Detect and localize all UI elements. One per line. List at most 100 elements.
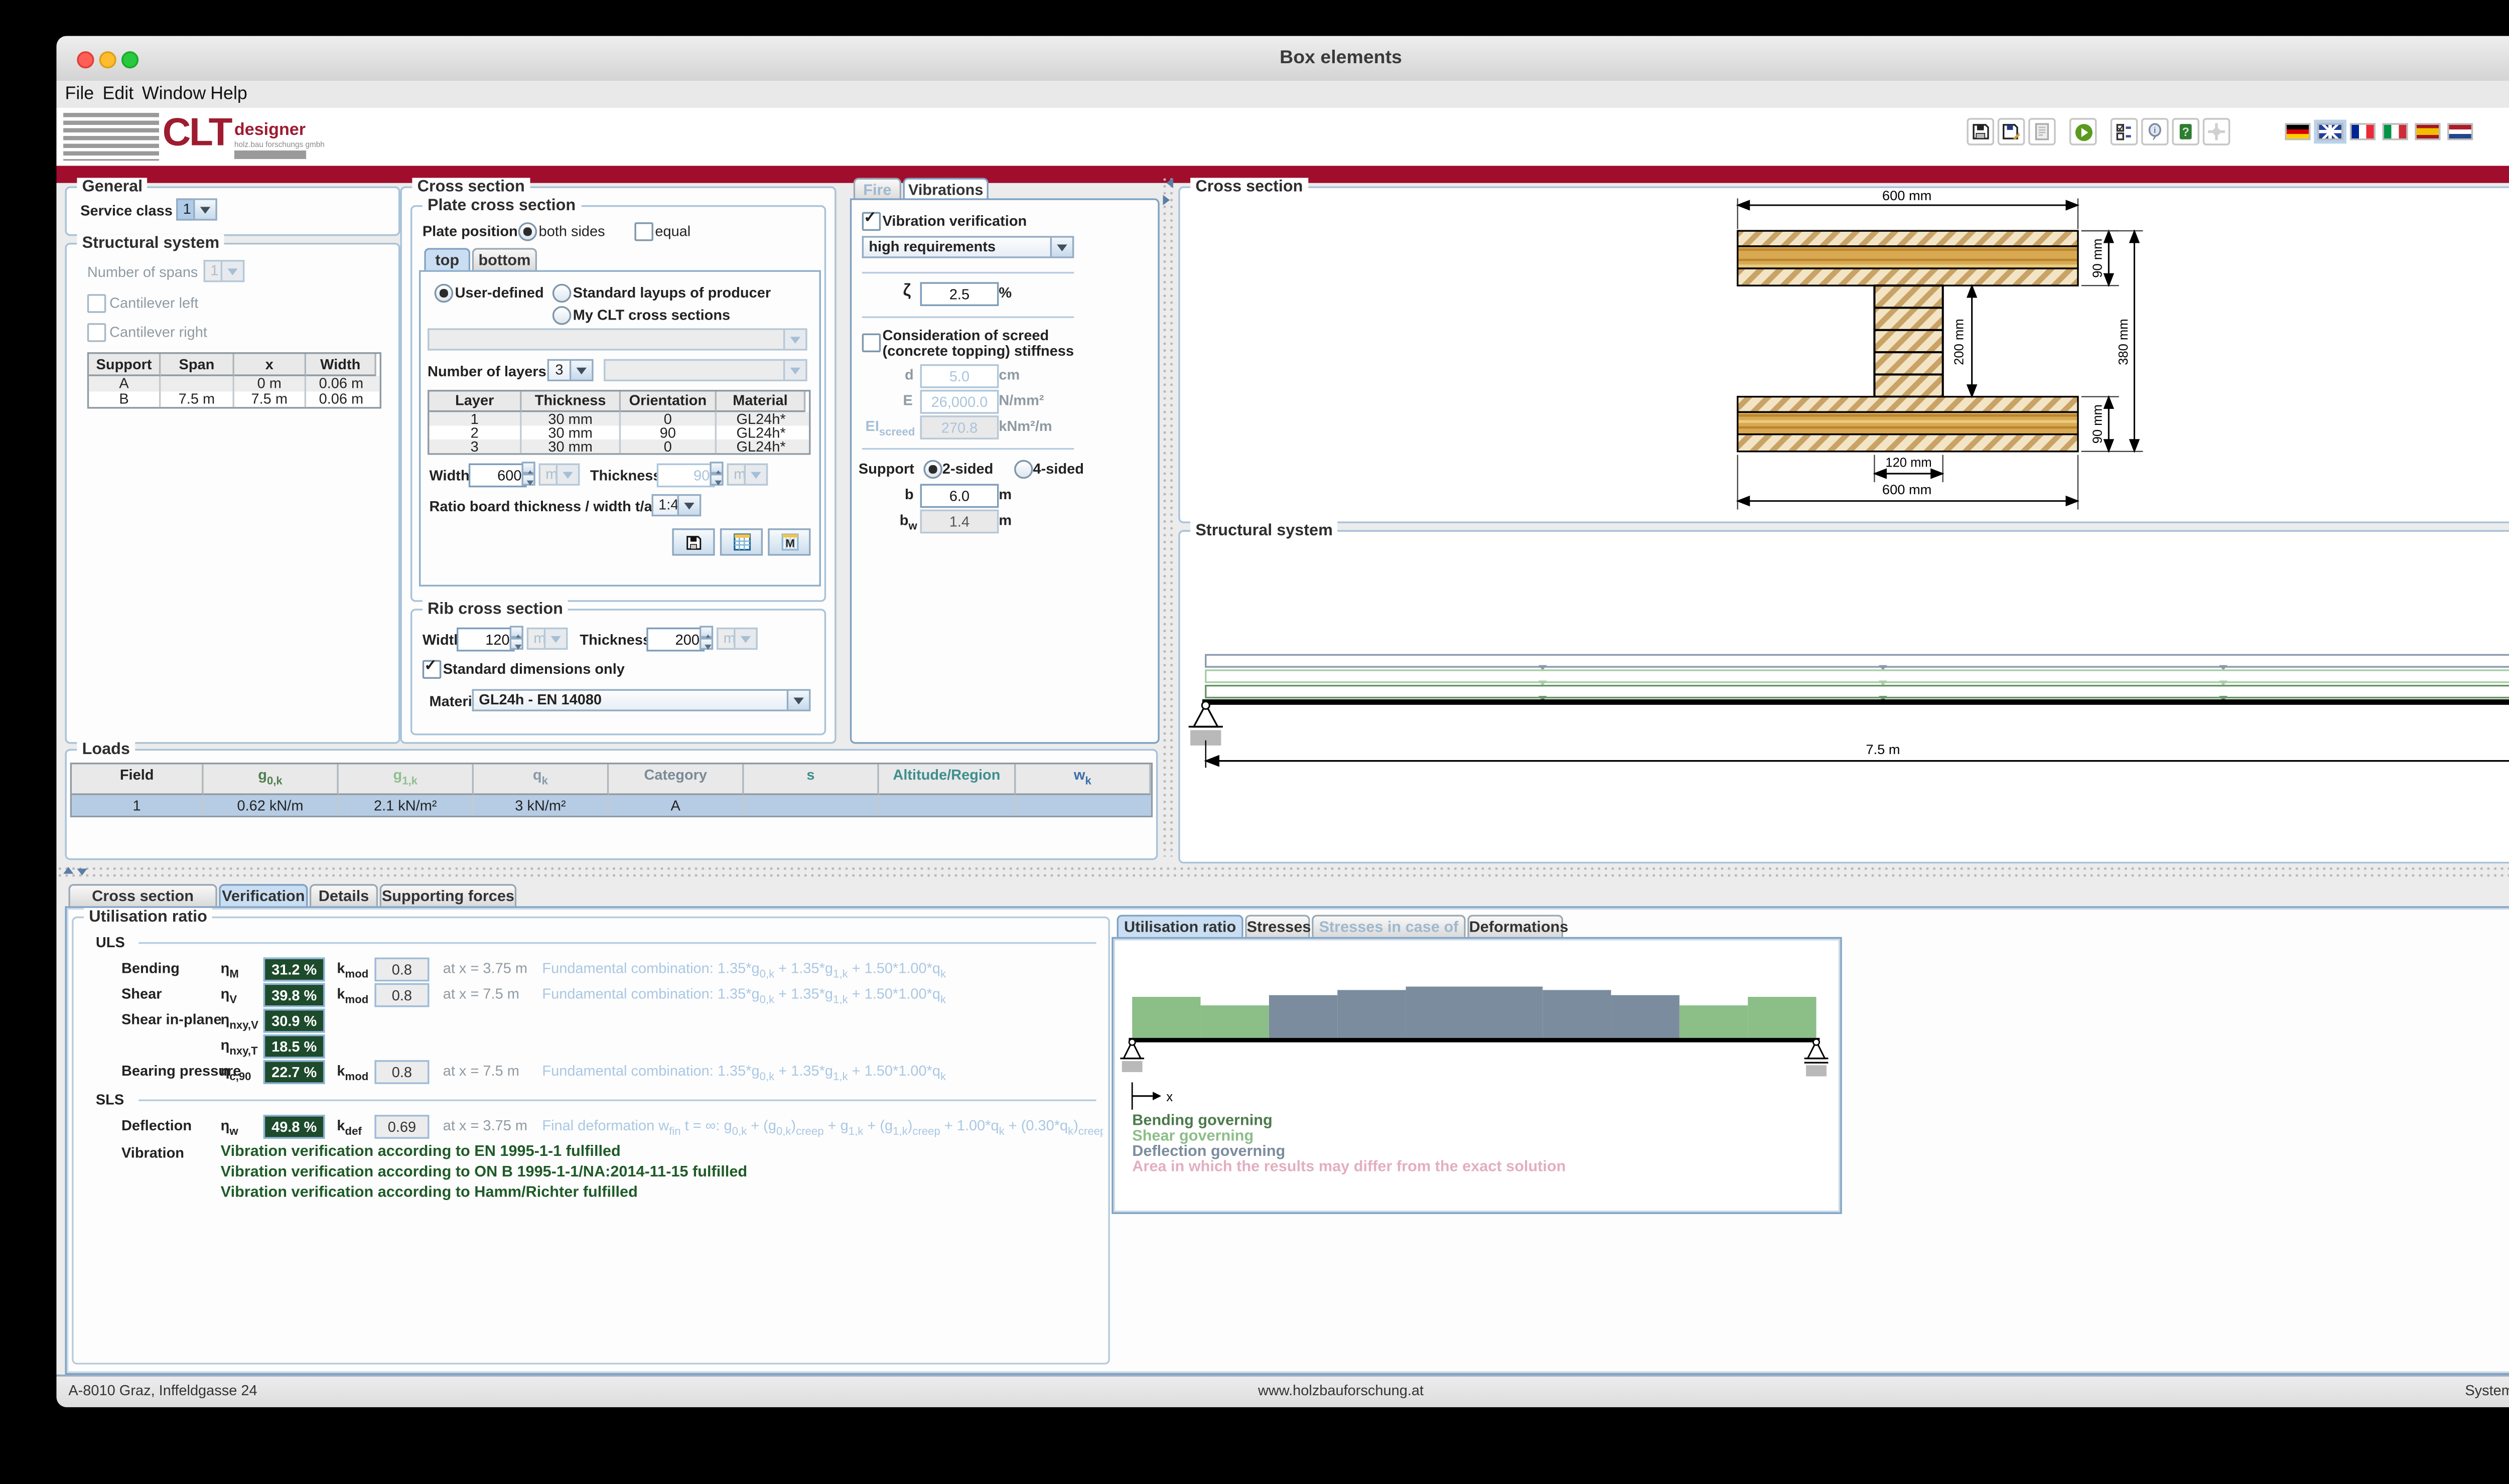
help-icon[interactable]: ? [2172,118,2199,145]
table-row[interactable]: 1 30 mm 0 GL24h* [429,412,809,426]
shear-in-plane-utilisation-badge: 30.9 % [263,1008,325,1033]
save-as-icon[interactable] [1997,118,2025,145]
tab-bottom[interactable]: bottom [472,248,537,270]
layup-table-button[interactable] [720,528,763,556]
loads-table[interactable]: Field g0,k g1,k qk Category s Altitude/Region w… [70,763,1153,817]
standard-dimensions-checkbox[interactable] [422,657,442,679]
user-defined-radio[interactable] [434,283,454,303]
splitter-right-icon[interactable] [1163,195,1175,205]
horizontal-splitter[interactable] [56,865,2509,879]
flag-netherlands-icon[interactable] [2447,123,2473,140]
rib-material-select[interactable]: GL24h - EN 14080 [472,689,811,711]
sls-label: SLS [95,1091,124,1108]
ratio-select[interactable]: 1:4 [651,494,702,517]
service-class-select[interactable]: 1 [176,198,217,221]
vibration-verification-checkbox[interactable] [862,209,881,231]
layers-col-orientation: Orientation [621,391,717,412]
plate-position-both-sides-radio[interactable] [518,222,537,241]
rib-thickness-input[interactable]: 200 [646,627,705,652]
flag-spain-icon[interactable] [2415,123,2441,140]
kmod-value[interactable]: 0.8 [374,957,430,982]
plate-width-input[interactable]: 600 [468,463,527,488]
run-icon[interactable] [2069,118,2097,145]
tab-vibrations[interactable]: Vibrations [903,178,989,200]
clt-logo-bars [63,112,159,161]
vibrations-panel: Vibration verification high requirements… [850,198,1160,744]
kmod-value[interactable]: 0.8 [374,983,430,1007]
save-layup-button[interactable] [672,528,715,556]
tab-stresses-fire[interactable]: Stresses in case of fire [1312,915,1466,958]
cantilever-right-checkbox[interactable] [87,323,106,342]
menu-help[interactable]: Help [210,80,247,108]
save-icon[interactable] [1967,118,1994,145]
hint-icon[interactable]: i [2141,118,2169,145]
plate-thickness-label: Thickness [590,467,661,484]
tab-cross-section-values[interactable]: Cross section values [68,884,217,927]
flag-united-kingdom-icon[interactable] [2317,123,2343,140]
settings-icon[interactable] [2110,118,2138,145]
rib-width-input[interactable]: 120 [456,627,515,652]
table-row[interactable]: 1 0.62 kN/m 2.1 kN/m² 3 kN/m² A [72,794,1151,815]
target-icon[interactable] [2202,118,2231,145]
table-row[interactable]: 3 30 mm 0 GL24h* [429,439,809,454]
equal-checkbox[interactable] [634,222,653,241]
cantilever-left-checkbox[interactable] [87,294,106,313]
rib-thickness-stepper[interactable] [699,626,714,650]
tab-verification[interactable]: Verification [219,884,308,907]
supports-table[interactable]: Support Span x Width A 0 m 0.06 m B 7.5 … [87,352,382,409]
bearing-pressure-position: at x = 7.5 m [443,1062,519,1079]
requirements-select[interactable]: high requirements [862,236,1074,258]
b-label: b [904,485,914,503]
support-2-sided-radio[interactable] [923,460,942,479]
standard-layups-radio[interactable] [552,283,572,303]
menubar: File Edit Window Help [56,80,2509,110]
splitter-down-icon[interactable] [77,868,87,880]
tab-stresses[interactable]: Stresses [1245,915,1311,937]
report-icon[interactable] [2028,118,2056,145]
vibration-result-onb: Vibration verification according to ON B… [220,1162,748,1180]
clt-logo: CLT [162,109,233,154]
plate-width-stepper[interactable] [521,462,535,486]
menu-edit[interactable]: Edit [102,80,133,108]
table-row[interactable]: B 7.5 m 7.5 m 0.06 m [89,391,379,407]
number-of-spans-select: 1 [203,260,245,282]
splitter-left-icon[interactable] [1161,178,1174,188]
number-of-layers-select[interactable]: 3 [547,359,594,382]
zeta-unit: % [999,283,1012,301]
tab-details[interactable]: Details [309,884,378,907]
kdef-value[interactable]: 0.69 [374,1115,430,1139]
status-url[interactable]: www.holzbauforschung.at [56,1377,2509,1406]
tab-supporting-forces[interactable]: Supporting forces [379,884,517,907]
tab-top[interactable]: top [424,248,471,270]
tab-fire[interactable]: Fire [853,178,902,200]
table-row[interactable]: A 0 m 0.06 m [89,376,380,392]
kmod-value[interactable]: 0.8 [374,1060,430,1084]
svg-text:90 mm: 90 mm [2091,404,2105,443]
shear-combination: Fundamental combination: 1.35*g0,k + 1.3… [542,985,946,1007]
table-row[interactable]: 2 30 mm 90 GL24h* [429,425,809,439]
screed-checkbox[interactable] [862,333,881,353]
flag-france-icon[interactable] [2349,123,2376,140]
desktop-background: Box elements File Edit Window Help CLT d… [0,0,2509,1484]
my-layups-button[interactable]: M [768,528,811,556]
support-4-sided-radio[interactable] [1014,460,1033,479]
ei-screed-value: 270.8 [920,415,999,439]
zeta-input[interactable]: 2.5 [920,282,999,307]
svg-text:M: M [785,537,794,550]
my-clt-radio[interactable] [552,306,572,325]
tab-deformations[interactable]: Deformations [1467,915,1568,937]
layers-table[interactable]: Layer Thickness Orientation Material 1 3… [428,390,811,455]
flag-germany-icon[interactable] [2285,123,2311,140]
window-title: Box elements [1280,48,1402,69]
menu-window[interactable]: Window [142,80,206,108]
b-input[interactable]: 6.0 [920,484,999,508]
rib-width-stepper[interactable] [509,626,523,650]
titlebar[interactable]: Box elements [56,36,2509,82]
bearing-pressure-combination: Fundamental combination: 1.35*g0,k + 1.3… [542,1062,946,1084]
menu-file[interactable]: File [65,80,94,108]
tab-utilisation-ratio[interactable]: Utilisation ratio [1117,915,1243,937]
flag-italy-icon[interactable] [2382,123,2408,140]
vibration-result-en: Vibration verification according to EN 1… [220,1142,621,1159]
vertical-splitter[interactable] [1161,176,1175,857]
splitter-up-icon[interactable] [63,862,74,874]
